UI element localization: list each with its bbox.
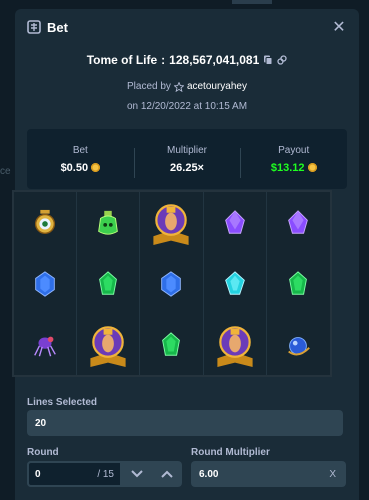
stat-payout-value: $13.12 (270, 161, 305, 174)
round-prev-button[interactable] (122, 461, 152, 487)
reel-cell (140, 192, 204, 253)
purple-gem-icon (288, 209, 309, 234)
blue-gem-icon (161, 270, 182, 297)
chevron-up-icon (161, 470, 173, 478)
stat-payout: Payout $13.12 (240, 144, 347, 178)
round-label: Round (27, 447, 59, 458)
copy-icon[interactable] (263, 55, 273, 65)
bet-date: on 12/20/2022 at 10:15 AM (126, 101, 248, 112)
pharaoh-book-icon (217, 325, 253, 367)
stat-bet: Bet $0.50 (27, 145, 134, 174)
background-text: ce (0, 166, 11, 177)
slot-reels (12, 190, 332, 377)
reel-cell (140, 253, 204, 314)
lines-selected-field[interactable]: 20 (27, 410, 343, 436)
reel-cell (267, 192, 330, 253)
bet-stats-panel: Bet $0.50 Multiplier 26.25× Payout $13.1… (27, 129, 347, 189)
stat-payout-label: Payout (278, 144, 310, 156)
link-icon[interactable] (277, 55, 287, 65)
coin-icon (91, 163, 101, 172)
lines-selected-value: 20 (35, 417, 47, 429)
round-value: 0 (35, 468, 41, 480)
star-icon (173, 81, 184, 92)
game-name[interactable]: Tome of Life (87, 53, 157, 67)
purple-gem-icon (224, 209, 245, 234)
stat-multiplier: Multiplier 26.25× (133, 144, 241, 178)
blue-orb-icon (288, 336, 311, 355)
stat-multiplier-value: 26.25× (170, 161, 204, 174)
stat-bet-value: $0.50 (60, 161, 89, 174)
game-title-line: Tome of Life: 128,567,041,081 (15, 53, 359, 67)
green-gem-icon (289, 270, 308, 295)
blue-gem-icon (35, 270, 55, 297)
reel-grid (14, 192, 330, 375)
reel-cell (14, 314, 78, 375)
round-next-button[interactable] (152, 461, 182, 487)
reel-cell (140, 314, 204, 375)
reel-cell (204, 253, 267, 314)
modal-header: Bet ✕ (15, 9, 359, 45)
modal-title: Bet (47, 19, 68, 35)
reel-cell (77, 253, 141, 314)
reel-cell (267, 253, 330, 314)
background-tab (232, 0, 272, 4)
round-total: / 15 (97, 468, 114, 480)
pharaoh-book-icon (90, 325, 126, 367)
round-multiplier-field: 6.00 X (191, 461, 346, 487)
chevron-down-icon (131, 470, 143, 478)
close-button[interactable]: ✕ (331, 19, 347, 36)
reel-cell (14, 253, 78, 314)
stat-bet-label: Bet (72, 144, 88, 156)
stat-multiplier-label: Multiplier (167, 144, 208, 156)
round-input[interactable]: 0 / 15 (27, 461, 122, 487)
round-multiplier-suffix: X (329, 468, 336, 480)
pharaoh-book-icon (153, 203, 190, 245)
reel-cell (204, 314, 267, 375)
placed-by-label: Placed by (127, 81, 171, 92)
coin-icon (307, 163, 317, 172)
round-multiplier-value: 6.00 (199, 468, 219, 480)
reel-cell (14, 192, 78, 253)
green-gem-icon (162, 331, 181, 356)
green-gem-icon (99, 270, 118, 295)
reel-cell (77, 192, 141, 253)
bet-slip-icon (27, 20, 41, 34)
purple-spider-icon (34, 336, 56, 356)
reel-cell (204, 192, 267, 253)
cyan-gem-icon (224, 270, 245, 295)
username[interactable]: acetouryahey (187, 81, 247, 92)
clock-eye-icon (35, 209, 56, 234)
placed-by-line: Placed by acetouryahey (15, 81, 359, 92)
round-multiplier-label: Round Multiplier (191, 447, 270, 458)
bet-id: 128,567,041,081 (169, 53, 260, 67)
close-icon: ✕ (332, 19, 346, 36)
reel-cell (77, 314, 141, 375)
round-stepper: 0 / 15 (27, 461, 182, 487)
reel-cell (267, 314, 330, 375)
green-potion-icon (98, 210, 119, 235)
lines-selected-label: Lines Selected (27, 397, 98, 408)
